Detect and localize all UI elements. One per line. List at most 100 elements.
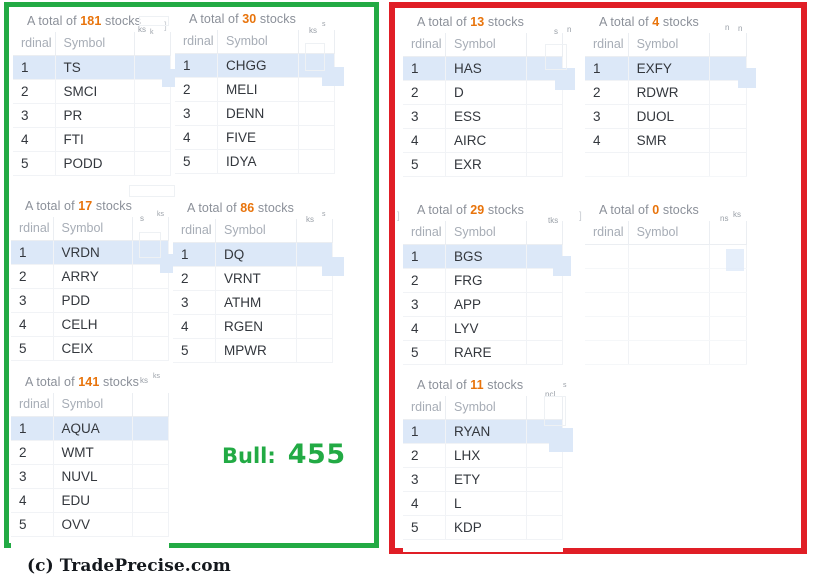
screener-panel-bull-4[interactable]: A total of 86 stocks rdinal Symbol 1 DQ … [173,199,333,377]
table-row[interactable]: 3 ESS [403,104,563,129]
table-row[interactable]: 3 NUVL [11,464,169,489]
panel-stock-count: 13 [470,15,485,29]
column-header-extra[interactable] [709,221,747,245]
table-row[interactable]: 2 SMCI [13,79,171,104]
screener-panel-bull-2[interactable]: A total of 30 stocks rdinal Symbol 1 CHG… [175,10,335,198]
table-row[interactable]: 4 CELH [11,312,169,337]
column-header-extra[interactable] [709,33,747,57]
table-row[interactable]: 4 FTI [13,127,171,152]
table-row[interactable]: 1 VRDN [11,240,169,265]
table-row[interactable]: 4 LYV [403,316,563,341]
column-header-symbol[interactable]: Symbol [445,33,527,57]
table-row[interactable]: 3 ATHM [173,290,333,315]
column-header-symbol[interactable]: Symbol [628,33,711,57]
table-header-row: rdinal Symbol [173,219,333,243]
column-header-ordinal[interactable]: rdinal [585,33,629,57]
table-row[interactable]: 4 EDU [11,488,169,513]
column-header-ordinal[interactable]: rdinal [11,217,54,241]
table-row[interactable]: 5 EXR [403,152,563,177]
column-header-ordinal[interactable]: rdinal [403,33,447,57]
column-header-symbol[interactable]: Symbol [628,221,711,245]
table-row[interactable]: 5 PODD [13,151,171,176]
column-header-symbol[interactable]: Symbol [55,32,136,56]
column-header-extra[interactable] [296,219,333,243]
panel-title-bear-5: A total of 11 stocks [403,376,563,396]
stock-table-bear-2[interactable]: rdinal Symbol 1 EXFY 2 RDWR 3 DUOL 4 SMR [585,33,747,177]
column-header-symbol[interactable]: Symbol [53,393,134,417]
table-row[interactable]: 4 RGEN [173,314,333,339]
screener-panel-bear-3[interactable]: A total of 29 stocks rdinal Symbol 1 BGS… [403,201,563,381]
table-row[interactable]: 2 MELI [175,77,335,102]
table-row[interactable]: 5 IDYA [175,149,335,174]
column-header-symbol[interactable]: Symbol [215,219,297,243]
column-header-ordinal[interactable]: rdinal [585,221,629,245]
table-row[interactable]: 2 VRNT [173,266,333,291]
column-header-ordinal[interactable]: rdinal [403,396,447,420]
table-row[interactable]: 5 MPWR [173,338,333,363]
table-row[interactable]: 5 RARE [403,340,563,365]
stock-table-bull-3[interactable]: rdinal Symbol 1 VRDN 2 ARRY 3 PDD 4 CELH… [11,217,169,361]
table-row[interactable]: 1 CHGG [175,53,335,78]
column-header-extra[interactable] [526,396,563,420]
stock-table-bear-1[interactable]: rdinal Symbol 1 HAS 2 D 3 ESS 4 AIRC 5 E… [403,33,563,177]
stock-table-bear-5[interactable]: rdinal Symbol 1 RYAN 2 LHX 3 ETY 4 L 5 K… [403,396,563,540]
screener-panel-bull-5[interactable]: A total of 141 stocks rdinal Symbol 1 AQ… [11,373,169,549]
column-header-symbol[interactable]: Symbol [217,30,299,54]
table-row[interactable]: 3 DENN [175,101,335,126]
table-row[interactable]: 1 EXFY [585,56,747,81]
table-row[interactable]: 5 CEIX [11,336,169,361]
table-row[interactable]: 4 AIRC [403,128,563,153]
column-header-ordinal[interactable]: rdinal [173,219,217,243]
column-header-symbol[interactable]: Symbol [445,221,527,245]
table-row[interactable]: 3 PR [13,103,171,128]
table-row[interactable]: 2 RDWR [585,80,747,105]
table-row[interactable]: 2 ARRY [11,264,169,289]
stock-table-bull-1[interactable]: rdinal Symbol 1 TS 2 SMCI 3 PR 4 FTI 5 P… [13,32,171,176]
stock-table-bull-2[interactable]: rdinal Symbol 1 CHGG 2 MELI 3 DENN 4 FIV… [175,30,335,174]
stock-table-bull-5[interactable]: rdinal Symbol 1 AQUA 2 WMT 3 NUVL 4 EDU … [11,393,169,537]
column-header-extra[interactable] [132,217,169,241]
table-row[interactable]: 4 FIVE [175,125,335,150]
screener-panel-bear-1[interactable]: A total of 13 stocks rdinal Symbol 1 HAS… [403,13,563,199]
screener-panel-bear-2[interactable]: A total of 4 stocks rdinal Symbol 1 EXFY… [585,13,747,199]
table-row[interactable]: 2 LHX [403,443,563,468]
table-row[interactable]: 2 FRG [403,268,563,293]
table-row[interactable]: 1 BGS [403,244,563,269]
column-header-symbol[interactable]: Symbol [53,217,134,241]
panel-title-suffix: stocks [487,15,524,29]
stock-table-bull-4[interactable]: rdinal Symbol 1 DQ 2 VRNT 3 ATHM 4 RGEN … [173,219,333,363]
table-row[interactable]: 1 TS [13,55,171,80]
column-header-extra[interactable] [526,221,563,245]
table-row[interactable]: 1 DQ [173,242,333,267]
column-header-extra[interactable] [132,393,169,417]
table-row[interactable]: 1 AQUA [11,416,169,441]
table-row[interactable]: 4 SMR [585,128,747,153]
table-row[interactable]: 3 PDD [11,288,169,313]
table-row[interactable]: 3 ETY [403,467,563,492]
table-row[interactable]: 3 DUOL [585,104,747,129]
screener-panel-bull-3[interactable]: A total of 17 stocks rdinal Symbol 1 VRD… [11,197,169,377]
column-header-ordinal[interactable]: rdinal [403,221,447,245]
table-row[interactable]: 2 D [403,80,563,105]
table-row[interactable]: 5 KDP [403,515,563,540]
table-row[interactable]: 1 RYAN [403,419,563,444]
table-row[interactable]: 5 OVV [11,512,169,537]
column-header-extra[interactable] [526,33,563,57]
stock-table-bear-3[interactable]: rdinal Symbol 1 BGS 2 FRG 3 APP 4 LYV 5 … [403,221,563,365]
cell-ordinal: 1 [403,419,447,444]
table-row[interactable]: 1 HAS [403,56,563,81]
column-header-ordinal[interactable]: rdinal [175,30,219,54]
column-header-ordinal[interactable]: rdinal [13,32,56,56]
table-row[interactable]: 2 WMT [11,440,169,465]
column-header-extra[interactable] [134,32,171,56]
screener-panel-bear-5[interactable]: A total of 11 stocks rdinal Symbol 1 RYA… [403,376,563,552]
stock-table-bear-4[interactable]: rdinal Symbol [585,221,747,365]
screener-panel-bull-1[interactable]: A total of 181 stocks rdinal Symbol 1 TS… [13,12,171,198]
watermark: (c) TradePrecise.com [27,556,231,576]
table-row[interactable]: 3 APP [403,292,563,317]
table-row[interactable]: 4 L [403,491,563,516]
screener-panel-bear-4[interactable]: A total of 0 stocks rdinal Symbol [585,201,747,381]
column-header-symbol[interactable]: Symbol [445,396,527,420]
column-header-extra[interactable] [298,30,335,54]
column-header-ordinal[interactable]: rdinal [11,393,54,417]
